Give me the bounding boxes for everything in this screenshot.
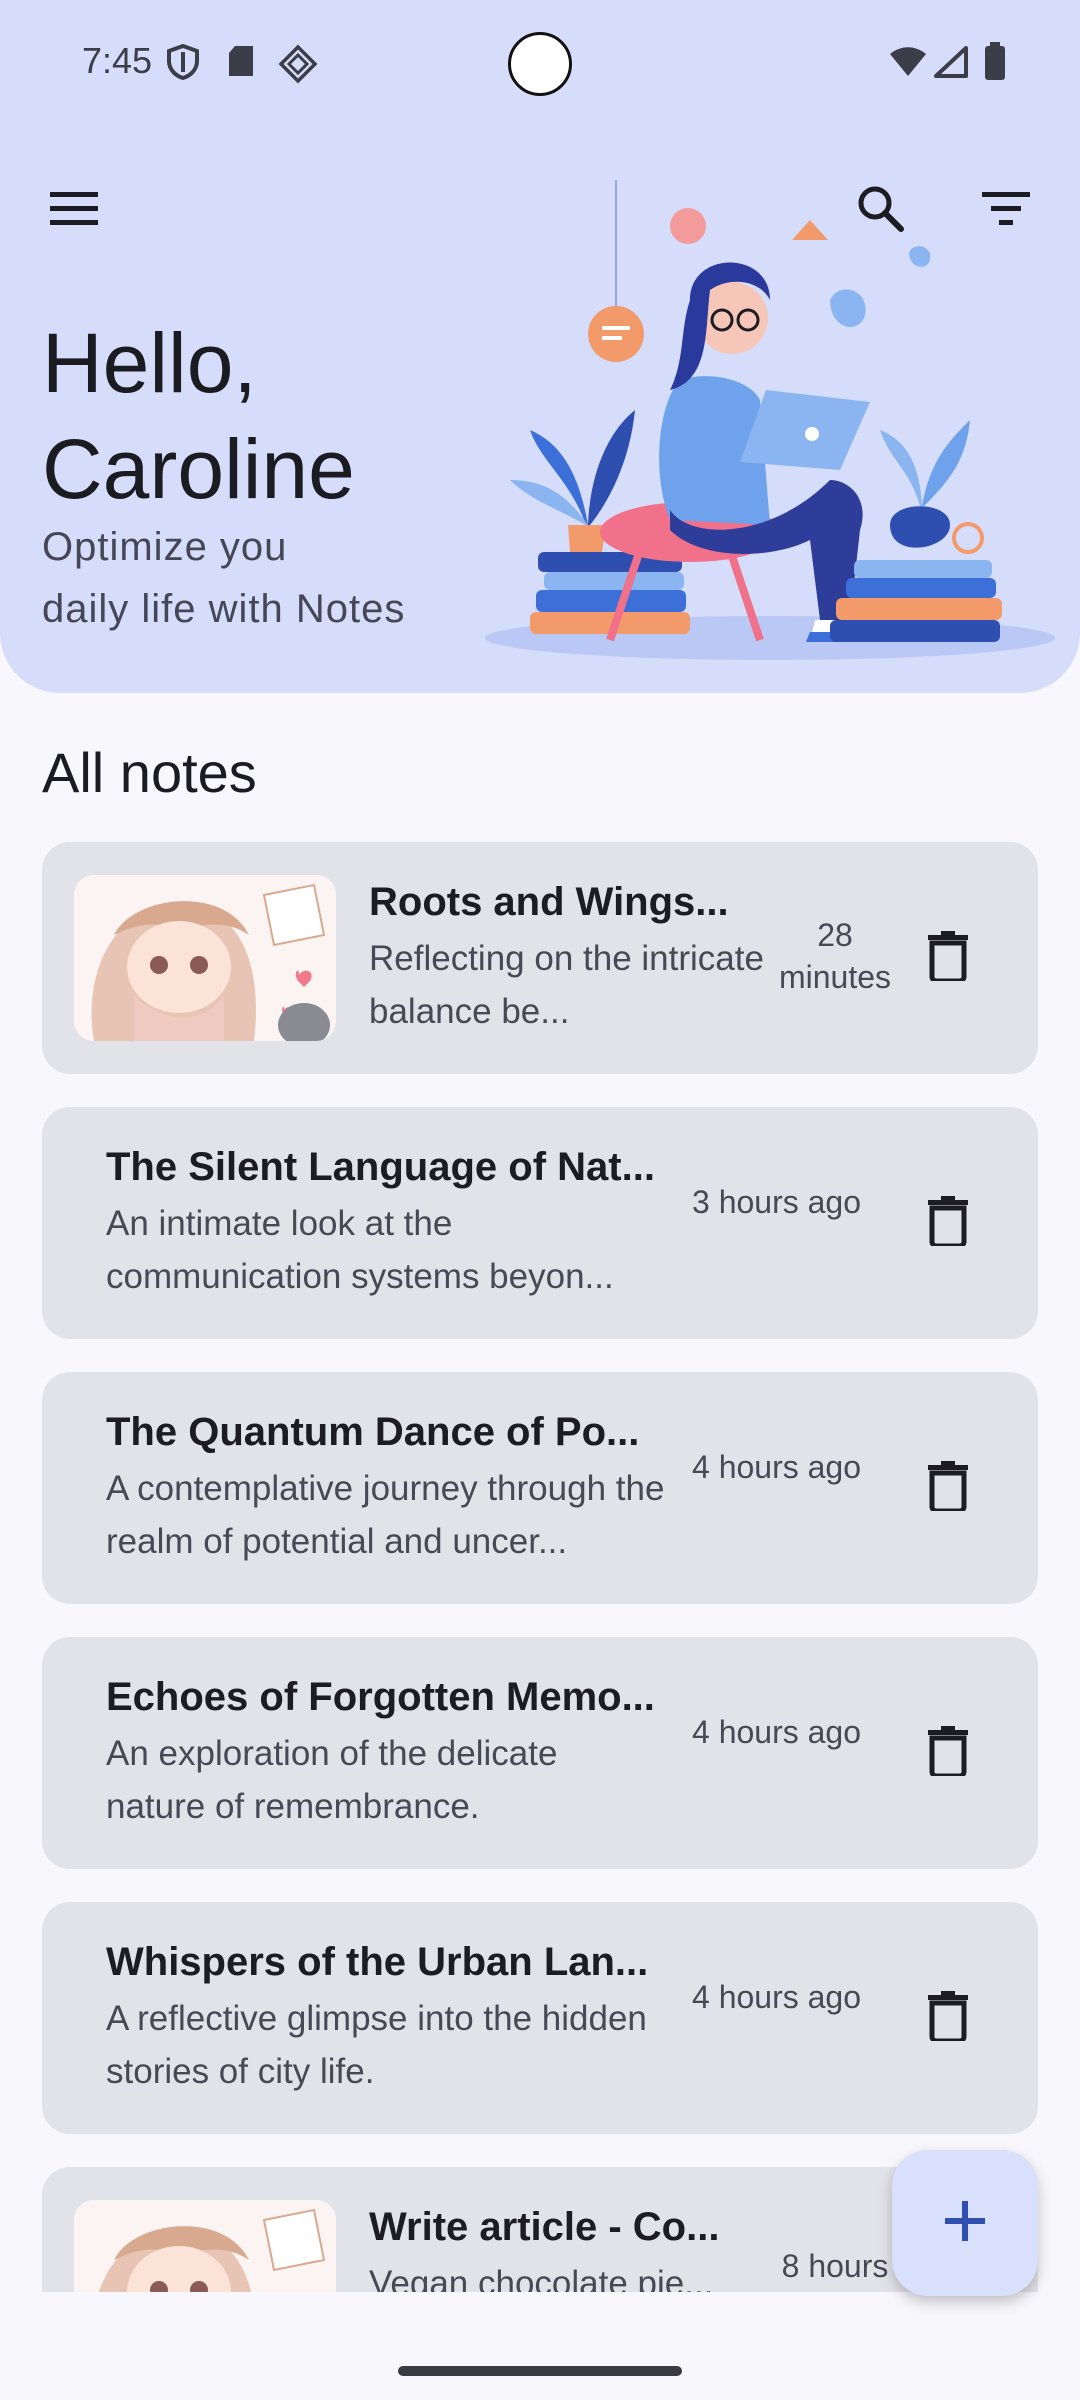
- location-diamond-icon: [278, 44, 318, 89]
- plus-icon: [945, 2200, 985, 2246]
- menu-icon: [50, 190, 98, 231]
- note-text: The Quantum Dance of Po... A contemplati…: [106, 1406, 666, 1568]
- add-note-button[interactable]: [892, 2150, 1038, 2296]
- note-description: Reflecting on the intricate balance be..…: [369, 939, 764, 1031]
- note-description: An intimate look at the communication sy…: [106, 1204, 614, 1296]
- note-card[interactable]: The Silent Language of Nat... An intimat…: [42, 1107, 1038, 1339]
- trash-icon: [928, 930, 968, 986]
- delete-button[interactable]: [912, 1982, 984, 2054]
- status-bar: 7:45: [0, 0, 1080, 120]
- note-description: Vegan chocolate pie...: [369, 2264, 714, 2292]
- note-card[interactable]: Whispers of the Urban Lan... A reflectiv…: [42, 1902, 1038, 2134]
- battery-icon: [984, 42, 1006, 85]
- note-text: Write article - Co... Vegan chocolate pi…: [369, 2201, 769, 2292]
- note-description: A contemplative journey through the real…: [106, 1469, 665, 1561]
- note-text: Whispers of the Urban Lan... A reflectiv…: [106, 1936, 666, 2098]
- note-description: A reflective glimpse into the hidden sto…: [106, 1999, 647, 2091]
- header: 7:45 Hello, Caroline Optimize you daily …: [0, 0, 1080, 693]
- note-card[interactable]: Write article - Co... Vegan chocolate pi…: [42, 2167, 1038, 2292]
- note-time: 3 hours ago: [692, 1184, 862, 1220]
- trash-icon: [928, 1460, 968, 1516]
- menu-button[interactable]: [38, 174, 110, 246]
- all-notes-heading: All notes: [42, 741, 257, 804]
- trash-icon: [928, 1195, 968, 1251]
- status-time: 7:45: [82, 40, 153, 81]
- signal-icon: [934, 46, 968, 83]
- delete-button[interactable]: [912, 1717, 984, 1789]
- delete-button[interactable]: [912, 1452, 984, 1524]
- note-title: Echoes of Forgotten Memo...: [106, 1675, 655, 1719]
- note-card[interactable]: The Quantum Dance of Po... A contemplati…: [42, 1372, 1038, 1604]
- note-time: 8 hours: [781, 2248, 889, 2284]
- note-title: Whispers of the Urban Lan...: [106, 1940, 649, 1984]
- note-card[interactable]: Echoes of Forgotten Memo... An explorati…: [42, 1637, 1038, 1869]
- note-time: 4 hours ago: [692, 1449, 862, 1485]
- trash-icon: [928, 1990, 968, 2046]
- shield-icon: [166, 43, 200, 85]
- note-text: The Silent Language of Nat... An intimat…: [106, 1141, 666, 1303]
- note-description: An exploration of the delicate nature of…: [106, 1734, 558, 1826]
- home-indicator[interactable]: [398, 2366, 682, 2376]
- note-time: 4 hours ago: [692, 1714, 862, 1750]
- camera-cutout: [508, 32, 572, 96]
- note-title: Write article - Co...: [369, 2205, 720, 2249]
- note-text: Roots and Wings... Reflecting on the int…: [369, 876, 769, 1038]
- wifi-icon: [888, 46, 928, 83]
- note-time: 28 minutes: [778, 917, 892, 995]
- greeting-subtitle: Optimize you daily life with Notes: [42, 525, 406, 631]
- note-thumbnail: [74, 875, 336, 1041]
- note-text: Echoes of Forgotten Memo... An explorati…: [106, 1671, 666, 1833]
- trash-icon: [928, 1725, 968, 1781]
- delete-button[interactable]: [912, 922, 984, 994]
- note-title: The Silent Language of Nat...: [106, 1145, 655, 1189]
- note-title: The Quantum Dance of Po...: [106, 1410, 640, 1454]
- note-time: 4 hours ago: [692, 1979, 862, 2015]
- notes-list: Roots and Wings... Reflecting on the int…: [42, 842, 1038, 2292]
- delete-button[interactable]: [912, 1187, 984, 1259]
- woman-with-laptop-illustration: [470, 180, 1070, 670]
- note-thumbnail: [74, 2200, 336, 2292]
- note-card[interactable]: Roots and Wings... Reflecting on the int…: [42, 842, 1038, 1074]
- note-title: Roots and Wings...: [369, 880, 729, 924]
- sd-card-icon: [226, 44, 256, 83]
- greeting-title: Hello, Caroline: [42, 316, 355, 516]
